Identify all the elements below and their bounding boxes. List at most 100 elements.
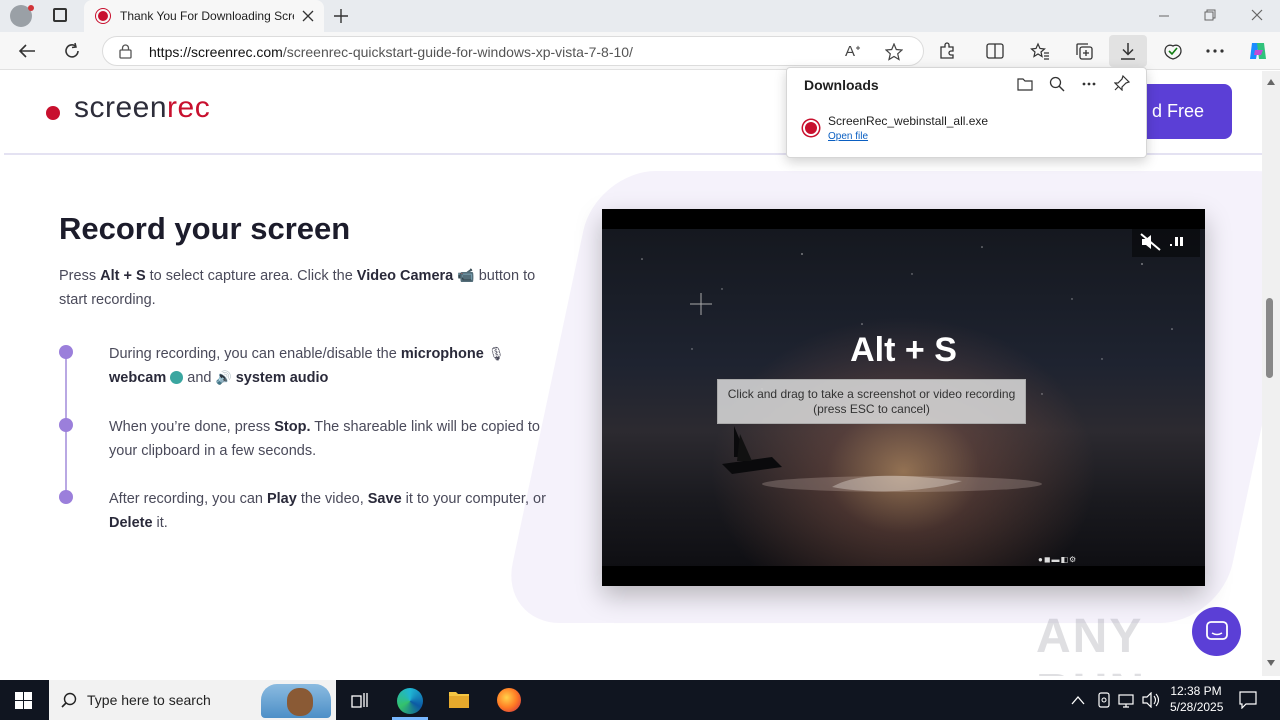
b3-play: Play <box>266 491 297 507</box>
b1-mic: microphone <box>400 346 484 362</box>
toolbar: https://screenrec.com/screenrec-quicksta… <box>0 32 1280 70</box>
tab-strip: Thank You For Downloading ScreenRec <box>0 0 1280 32</box>
b3-mid2: it to your computer, or <box>401 491 546 507</box>
b3-pre: After recording, you can <box>109 491 267 507</box>
intro-text: Press Alt + S to select capture area. Cl… <box>59 263 559 312</box>
copilot-icon[interactable] <box>1242 36 1274 66</box>
url-domain: https://screenrec.com <box>149 44 283 60</box>
close-window-icon[interactable] <box>1251 9 1263 21</box>
site-logo[interactable]: screenrec <box>74 91 210 125</box>
demo-video[interactable]: Alt + S Click and drag to take a screens… <box>602 209 1205 586</box>
clock-date: 5/28/2025 <box>1170 700 1224 714</box>
device-icon[interactable] <box>1097 692 1111 708</box>
b1-pre: During recording, you can enable/disable… <box>109 346 401 362</box>
url-text: https://screenrec.com/screenrec-quicksta… <box>149 44 633 60</box>
notifications-icon[interactable] <box>1239 691 1257 709</box>
refresh-icon[interactable] <box>63 42 81 60</box>
tooltip-line-2: (press ESC to cancel) <box>813 402 930 416</box>
b3-save: Save <box>367 491 402 507</box>
show-hidden-icons-icon[interactable] <box>1071 695 1085 705</box>
b1-audio: system audio <box>235 370 329 386</box>
b1-cam: webcam <box>109 370 167 386</box>
chat-widget-button[interactable] <box>1192 607 1241 656</box>
search-downloads-icon[interactable] <box>1049 76 1065 92</box>
back-icon[interactable] <box>18 43 36 59</box>
web-page: screenrec d Free Record your screen Pres… <box>0 71 1262 676</box>
logo-prefix: screen <box>74 91 168 124</box>
webcam-icon <box>170 371 184 384</box>
browser-essentials-icon[interactable] <box>1157 36 1189 66</box>
task-view-icon[interactable] <box>351 692 369 708</box>
b3-mid: the video, <box>296 491 368 507</box>
pause-icon[interactable] <box>1170 235 1184 249</box>
address-bar[interactable]: https://screenrec.com/screenrec-quicksta… <box>102 36 924 66</box>
firefox-icon[interactable] <box>497 688 521 712</box>
intro-mid: to select capture area. Click the <box>145 268 357 284</box>
video-camera-icon: 📹 <box>457 267 475 283</box>
clock-time: 12:38 PM <box>1170 684 1222 698</box>
download-file-name[interactable]: ScreenRec_webinstall_all.exe <box>828 114 988 128</box>
minimize-icon[interactable] <box>1158 10 1170 22</box>
b2-stop: Stop. <box>274 419 311 435</box>
downloads-more-icon[interactable] <box>1082 82 1096 86</box>
pin-icon[interactable] <box>1114 75 1130 91</box>
page-scrollbar[interactable] <box>1262 71 1280 676</box>
intro-pre: Press <box>59 268 101 284</box>
timeline-dot <box>59 490 73 504</box>
b2-pre: When you’re done, press <box>109 419 275 435</box>
section-heading: Record your screen <box>59 211 351 246</box>
mute-icon[interactable] <box>1140 233 1162 251</box>
close-tab-icon[interactable] <box>302 10 314 22</box>
tab-actions-icon[interactable] <box>53 8 67 22</box>
collections-icon[interactable] <box>1068 36 1100 66</box>
search-icon <box>61 692 77 708</box>
lock-icon[interactable] <box>119 44 132 59</box>
crosshair-cursor-icon <box>690 293 712 315</box>
b3-delete: Delete <box>109 515 153 531</box>
split-screen-icon[interactable] <box>979 36 1011 66</box>
logo-suffix: rec <box>167 91 211 124</box>
more-menu-icon[interactable] <box>1199 36 1231 66</box>
video-frame: Alt + S Click and drag to take a screens… <box>602 229 1205 566</box>
downloads-panel: Downloads ScreenRec_webinstall_all.exe O… <box>786 67 1147 158</box>
profile-badge <box>28 5 34 11</box>
favorite-star-icon[interactable] <box>885 43 903 61</box>
extensions-icon[interactable] <box>931 36 963 66</box>
otter-illustration <box>287 688 313 716</box>
open-file-link[interactable]: Open file <box>828 131 868 142</box>
new-tab-icon[interactable] <box>333 8 349 24</box>
windows-start-icon[interactable] <box>15 692 32 709</box>
search-placeholder: Type here to search <box>87 692 211 708</box>
network-icon[interactable] <box>1118 692 1136 708</box>
shortcut-display: Alt + S <box>850 331 957 369</box>
intro-camera: Video Camera <box>356 268 454 284</box>
favorites-icon[interactable] <box>1024 36 1056 66</box>
read-aloud-icon[interactable]: A͏ᐩ <box>845 42 861 60</box>
capture-tooltip: Click and drag to take a screenshot or v… <box>717 379 1026 424</box>
capture-toolbar-icons: ●◼▬◧⚙ <box>1038 555 1078 564</box>
timeline-dot <box>59 345 73 359</box>
file-explorer-icon[interactable] <box>448 689 470 709</box>
search-highlight-image <box>261 684 331 718</box>
download-icon <box>1121 43 1135 60</box>
tooltip-line-1: Click and drag to take a screenshot or v… <box>727 387 1016 401</box>
clock[interactable]: 12:38 PM 5/28/2025 <box>1170 684 1224 714</box>
windows-taskbar: Type here to search 12:38 PM 5/28/2025 <box>0 680 1280 720</box>
taskbar-search[interactable]: Type here to search <box>49 680 336 720</box>
screenrec-file-icon <box>803 120 819 136</box>
scroll-down-icon[interactable] <box>1267 660 1275 666</box>
volume-icon[interactable] <box>1142 692 1160 708</box>
edge-taskbar-icon[interactable] <box>397 688 423 714</box>
scroll-thumb[interactable] <box>1266 298 1273 378</box>
b3-post: it. <box>152 515 168 531</box>
tab-active[interactable]: Thank You For Downloading ScreenRec <box>84 0 324 32</box>
tab-title: Thank You For Downloading ScreenRec <box>120 9 294 23</box>
intro-key: Alt + S <box>100 268 146 284</box>
downloads-title: Downloads <box>804 77 879 93</box>
open-folder-icon[interactable] <box>1017 77 1033 91</box>
restore-icon[interactable] <box>1204 9 1217 22</box>
b1-and: and <box>183 370 216 386</box>
downloads-button[interactable] <box>1109 35 1147 67</box>
scroll-up-icon[interactable] <box>1267 79 1275 85</box>
url-path: /screenrec-quickstart-guide-for-windows-… <box>282 44 633 60</box>
